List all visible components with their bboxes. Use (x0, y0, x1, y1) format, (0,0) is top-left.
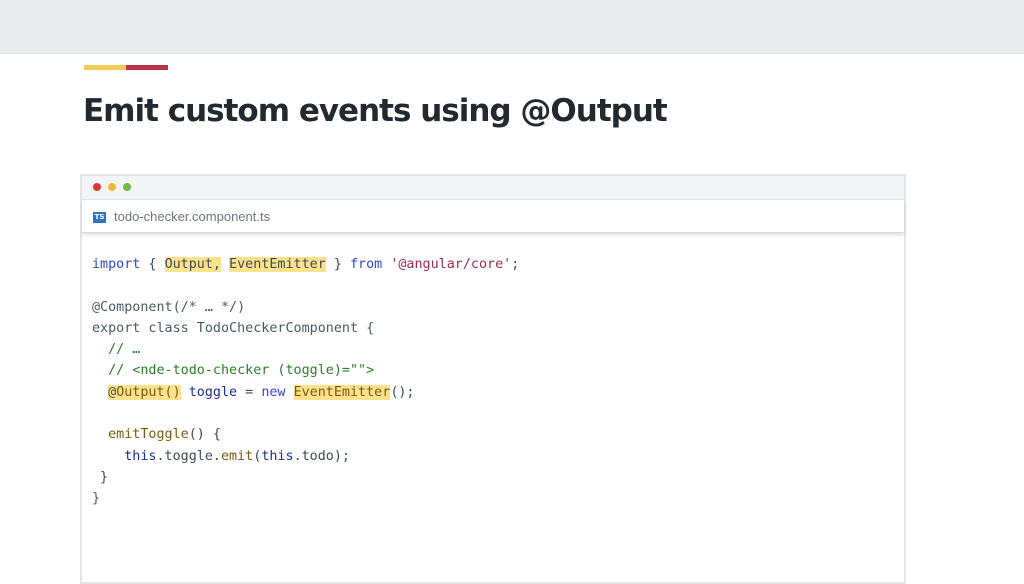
code-line-4: export class TodoCheckerComponent { (92, 318, 519, 339)
file-tab-label[interactable]: todo-checker.component.ts (114, 209, 270, 224)
code-token: toggle (188, 384, 238, 400)
window-titlebar (82, 176, 904, 200)
code-line-5: // … (92, 339, 519, 360)
code-line-6: // <nde-todo-checker (toggle)=""> (92, 360, 519, 381)
code-token: @Component(/* … */) (92, 299, 246, 315)
minimize-window-icon[interactable] (108, 183, 116, 191)
code-token-highlighted: Output, (164, 257, 221, 272)
accent-bar-yellow (84, 65, 126, 70)
code-token: ; (511, 257, 520, 272)
code-line-1: import { Output, EventEmitter } from '@a… (92, 254, 519, 275)
code-line-7: @Output() toggle = new EventEmitter(); (92, 382, 519, 403)
code-comment: // … (92, 342, 141, 358)
code-token-highlighted: EventEmitter (293, 384, 391, 400)
typescript-file-icon: TS (93, 212, 106, 223)
code-token: import (92, 257, 141, 272)
code-token-highlighted: Output() (116, 384, 181, 400)
code-comment: // <nde-todo-checker (toggle)=""> (92, 363, 375, 379)
code-line-12: } (92, 488, 519, 509)
code-editor-window: TS todo-checker.component.ts import { Ou… (80, 174, 906, 584)
file-tab-bar: TS todo-checker.component.ts (82, 200, 904, 233)
code-token: = (237, 384, 262, 400)
code-token: (); (390, 384, 415, 400)
code-token: from (350, 257, 383, 272)
code-token: emitToggle (108, 427, 189, 443)
code-line-9: emitToggle() { (92, 424, 519, 445)
code-token: } (325, 257, 350, 272)
close-window-icon[interactable] (93, 183, 101, 191)
code-line-3: @Component(/* … */) (92, 297, 519, 318)
code-line-11: } (92, 467, 519, 488)
accent-bar-red (126, 65, 168, 70)
code-token-highlighted: EventEmitter (229, 257, 326, 272)
code-token: { (140, 257, 165, 272)
code-token: this (124, 448, 157, 464)
code-token: } (92, 491, 101, 507)
code-token: .toggle. (156, 448, 222, 464)
code-token: export class TodoCheckerComponent { (92, 320, 375, 336)
top-bar (0, 0, 1024, 54)
maximize-window-icon[interactable] (123, 183, 131, 191)
code-line-10: this.toggle.emit(this.todo); (92, 446, 519, 467)
code-block: import { Output, EventEmitter } from '@a… (92, 254, 519, 510)
slide-title: Emit custom events using @Output (83, 93, 668, 129)
code-token: } (92, 469, 109, 485)
code-token: new (261, 384, 286, 400)
code-token: () { (188, 427, 221, 443)
code-token: .todo); (293, 448, 350, 464)
code-token: this (261, 448, 294, 464)
code-token: emit (221, 448, 254, 464)
code-token: '@angular/core' (390, 257, 512, 272)
code-token-highlighted: @ (108, 384, 117, 400)
